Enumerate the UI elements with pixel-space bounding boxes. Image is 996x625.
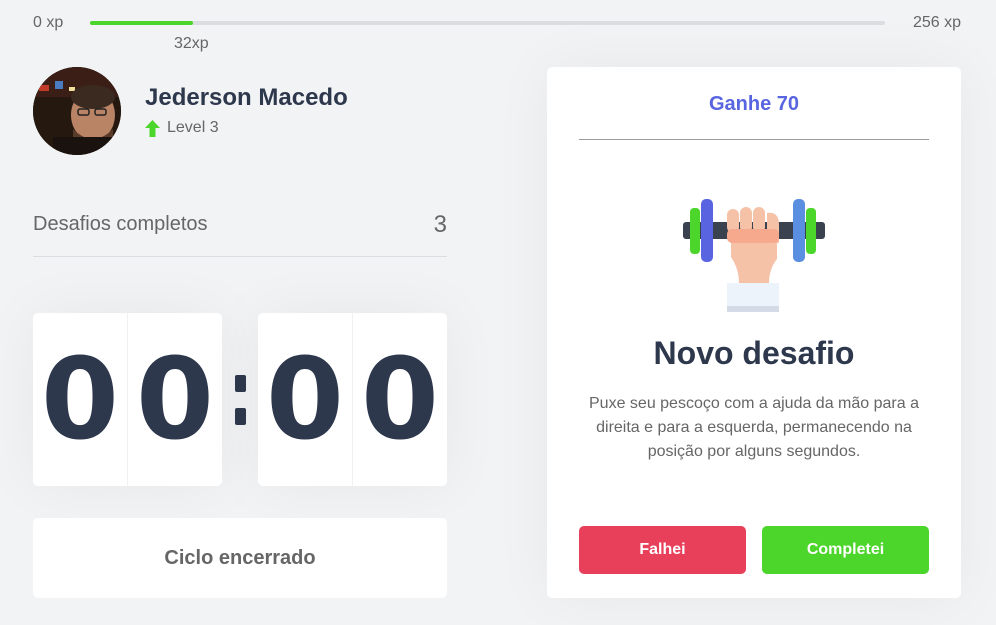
countdown-timer: 0 0 0 0 xyxy=(33,313,447,486)
minute-ones-digit: 0 xyxy=(127,313,222,486)
xp-progress-fill xyxy=(90,21,194,25)
xp-current-label: 32xp xyxy=(174,35,209,52)
challenge-completed-button[interactable]: Completei xyxy=(762,526,929,574)
level-up-arrow-icon xyxy=(145,119,160,137)
xp-max-label: 256 xp xyxy=(912,14,961,31)
second-ones-digit: 0 xyxy=(352,313,447,486)
dumbbell-icon xyxy=(683,199,825,312)
xp-min-label: 0 xp xyxy=(33,14,64,31)
challenge-reward: Ganhe 70 xyxy=(579,67,929,140)
level-label: Level 3 xyxy=(167,119,219,136)
countdown-seconds: 0 0 xyxy=(258,313,447,486)
countdown-minutes: 0 0 xyxy=(33,313,222,486)
profile-name: Jederson Macedo xyxy=(145,84,348,111)
xp-progress-track xyxy=(90,21,885,25)
challenge-title: Novo desafio xyxy=(653,335,855,371)
completed-challenges-label: Desafios completos xyxy=(33,213,208,235)
completed-challenges: Desafios completos 3 xyxy=(33,206,447,257)
second-tens-digit: 0 xyxy=(266,334,344,465)
minute-tens-digit: 0 xyxy=(41,334,119,465)
countdown-separator xyxy=(222,313,258,486)
completed-challenges-count: 3 xyxy=(433,211,447,238)
profile-level: Level 3 xyxy=(145,119,219,137)
cycle-ended-button[interactable]: Ciclo encerrado xyxy=(33,518,447,598)
challenge-description: Puxe seu pescoço com a ajuda da mão para… xyxy=(589,395,919,460)
challenge-failed-button[interactable]: Falhei xyxy=(579,526,746,574)
challenge-card: Ganhe 70 Novo desafio Puxe seu pescoço c… xyxy=(547,67,961,598)
avatar xyxy=(33,67,121,155)
